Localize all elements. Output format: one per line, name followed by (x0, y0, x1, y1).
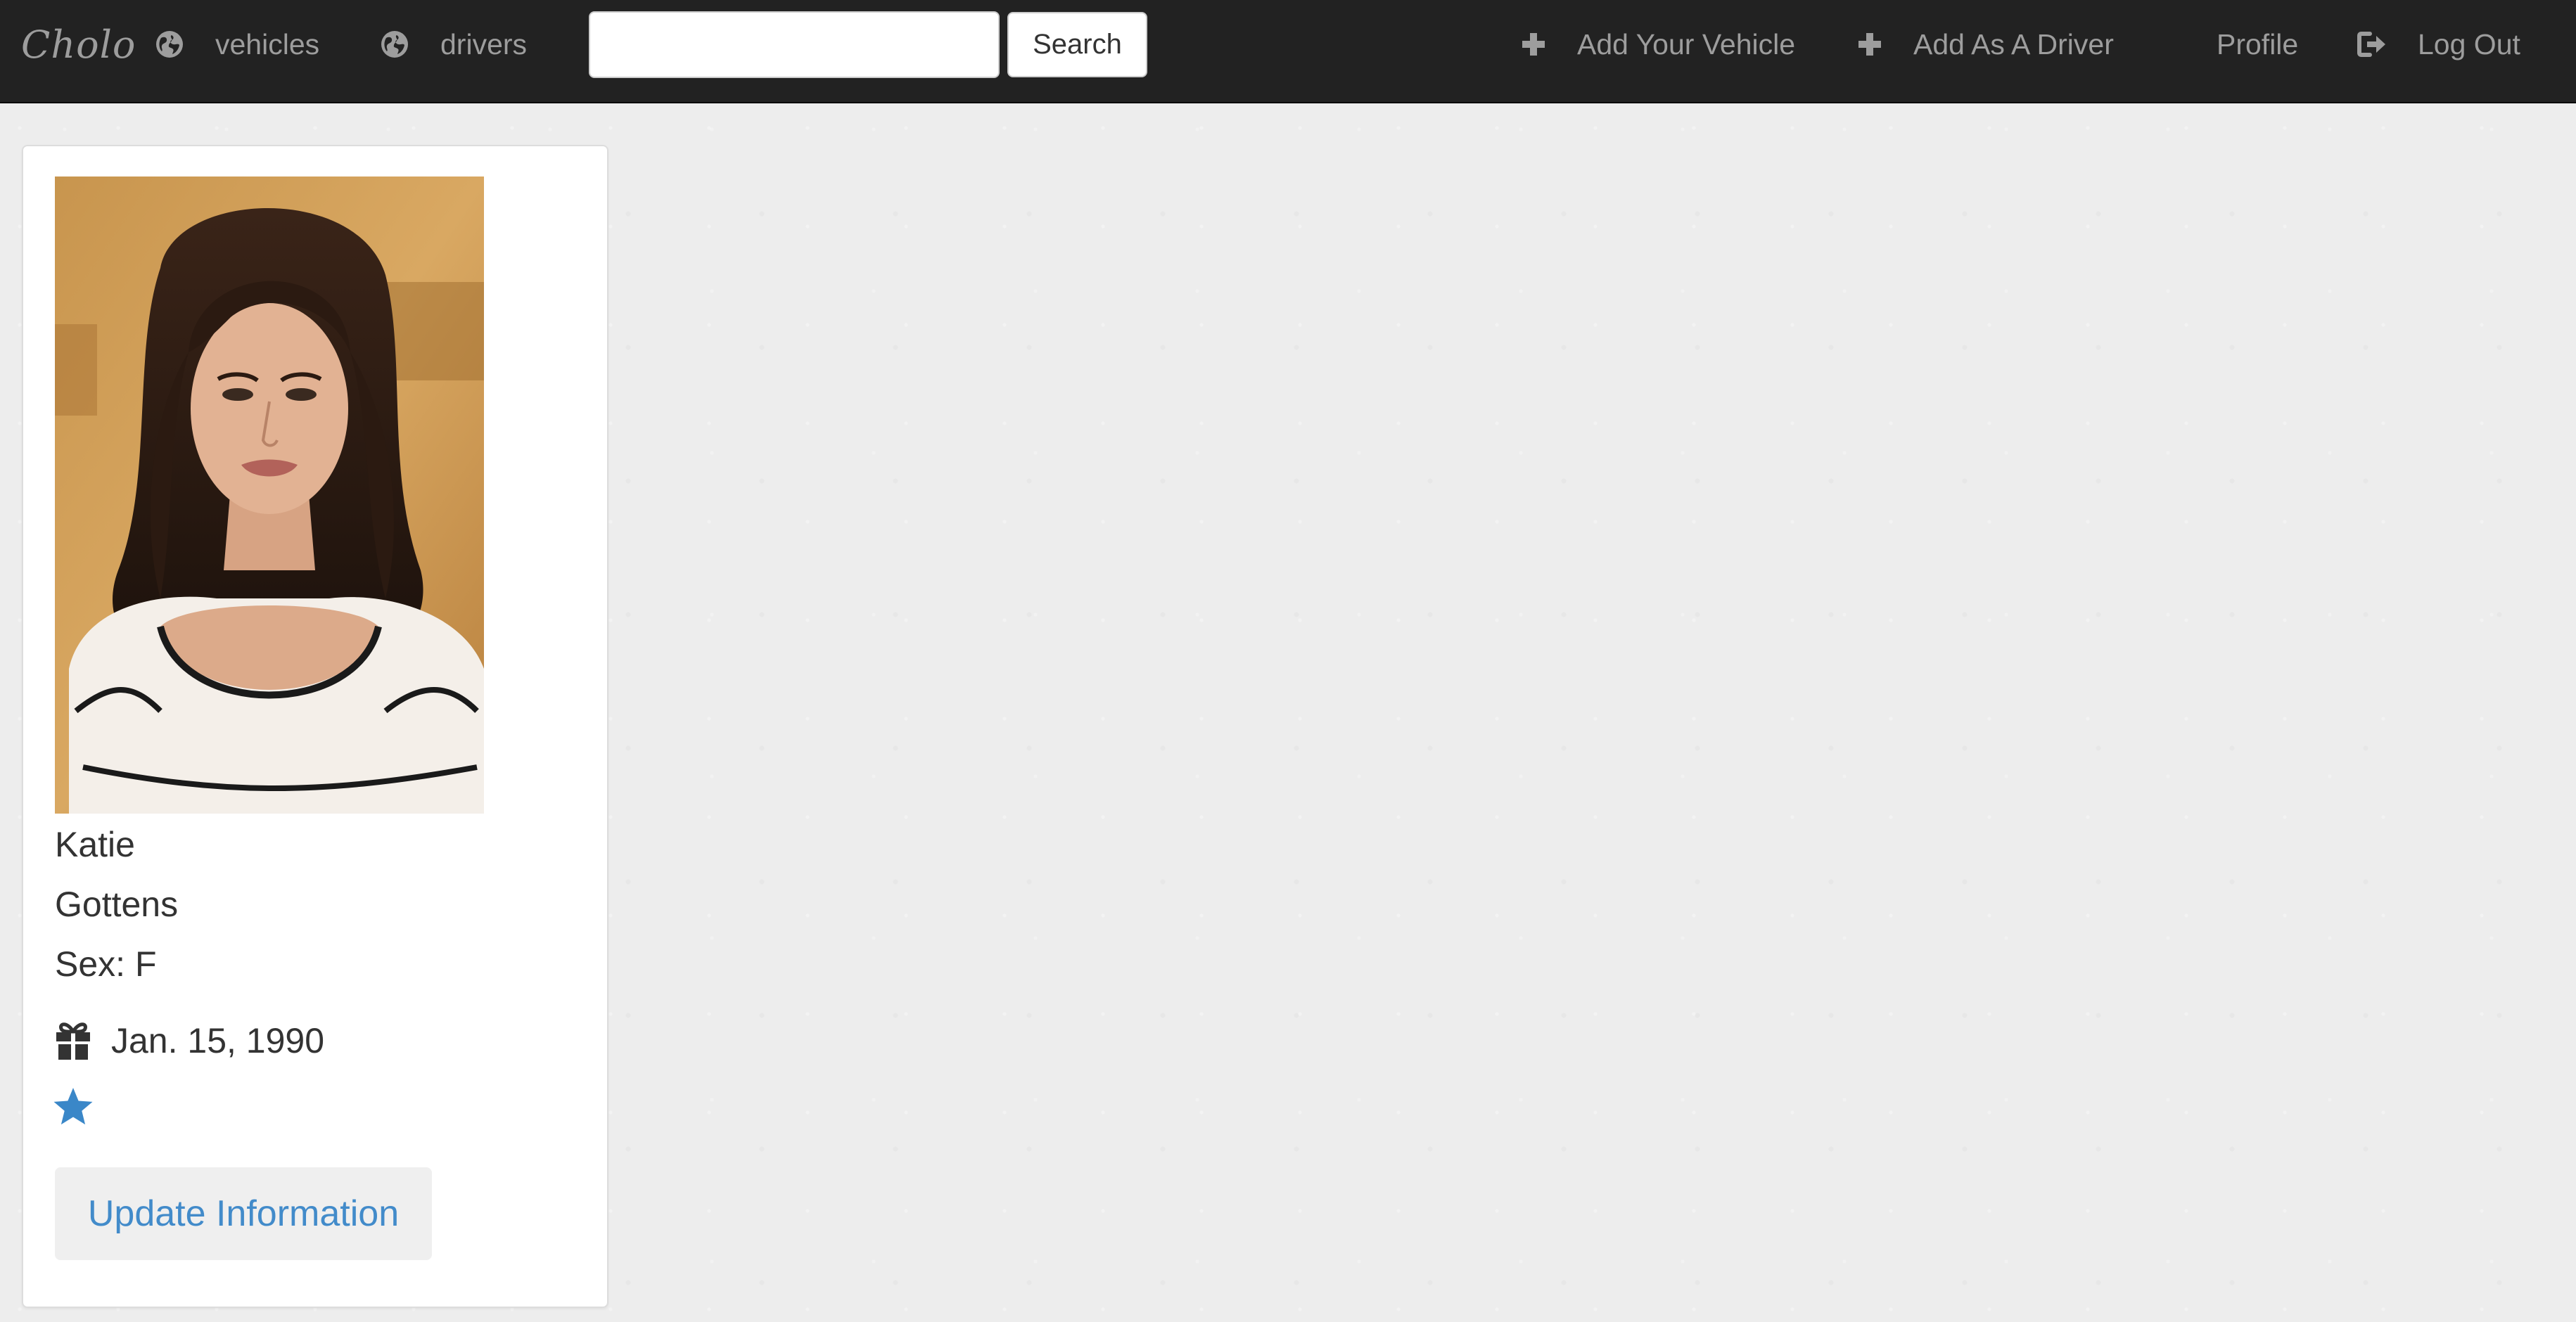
sex-field: Sex: F (55, 944, 157, 984)
profile-photo (55, 177, 484, 814)
birth-date: Jan. 15, 1990 (111, 1021, 325, 1060)
nav-link-profile[interactable]: Profile (2217, 0, 2298, 89)
driver-profile-card: Katie Gottens Sex: F Jan. 15, 1990 Updat… (22, 145, 608, 1308)
nav-link-add-driver-label: Add As A Driver (1913, 27, 2114, 60)
top-navbar: Cholo vehicles drivers Search Add Your V… (0, 0, 2576, 103)
plus-icon (1857, 32, 1882, 57)
nav-link-logout-label: Log Out (2418, 27, 2520, 60)
nav-link-vehicles[interactable]: vehicles (155, 0, 319, 89)
last-name: Gottens (55, 885, 179, 924)
search-button[interactable]: Search (1007, 12, 1147, 77)
nav-link-logout[interactable]: Log Out (2357, 0, 2520, 89)
nav-link-add-driver[interactable]: Add As A Driver (1857, 0, 2114, 89)
globe-icon (155, 30, 184, 59)
log-out-icon (2357, 30, 2387, 58)
nav-link-drivers-label: drivers (440, 27, 528, 60)
first-name: Katie (55, 825, 135, 864)
nav-link-vehicles-label: vehicles (215, 27, 320, 60)
nav-link-add-vehicle-label: Add Your Vehicle (1577, 27, 1796, 60)
gift-icon (55, 1020, 91, 1061)
nav-link-profile-label: Profile (2217, 27, 2299, 60)
nav-link-drivers[interactable]: drivers (380, 0, 527, 89)
star-icon (53, 1088, 93, 1125)
update-information-button[interactable]: Update Information (55, 1167, 432, 1260)
nav-link-add-vehicle[interactable]: Add Your Vehicle (1521, 0, 1795, 89)
plus-icon (1521, 32, 1546, 57)
search-input[interactable] (589, 11, 1000, 78)
brand-logo[interactable]: Cholo (21, 20, 136, 70)
globe-icon (380, 30, 409, 59)
birth-date-row: Jan. 15, 1990 (55, 1018, 324, 1063)
